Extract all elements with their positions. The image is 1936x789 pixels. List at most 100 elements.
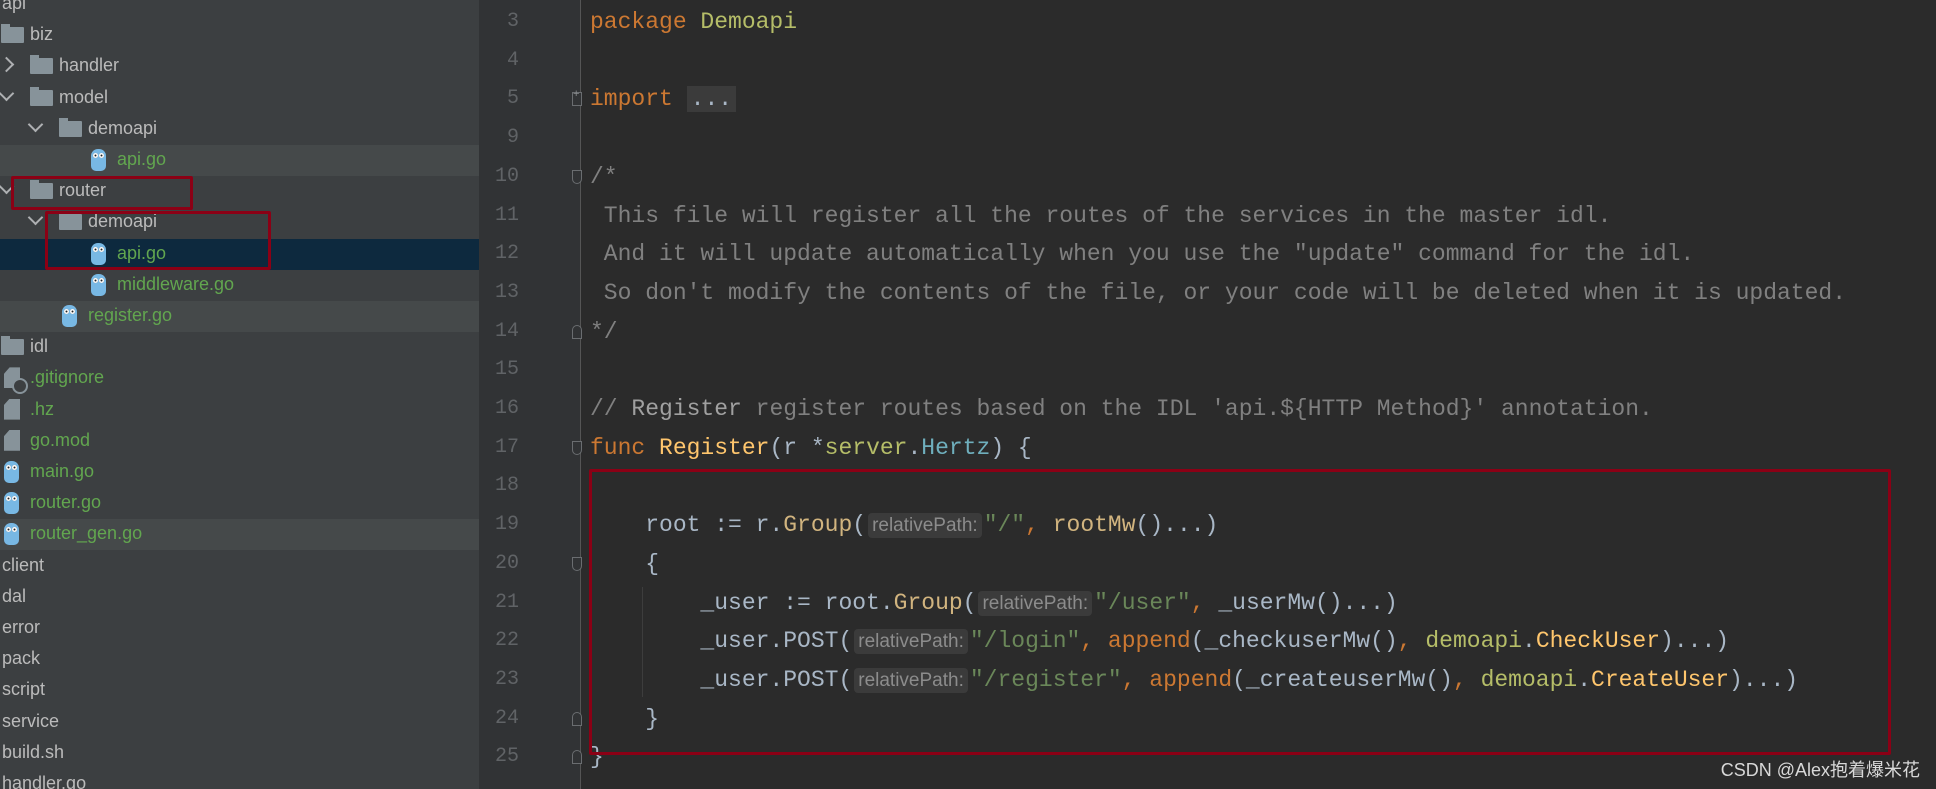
go-file-icon [91, 149, 106, 171]
tree-item-label: router [59, 180, 107, 201]
tree-item-label: api.go [117, 149, 167, 169]
tree-item-api-go[interactable]: api.go [0, 238, 479, 270]
line-number: 11 [494, 203, 519, 227]
code-line: */ [590, 313, 618, 351]
tree-item-label: idl [30, 336, 49, 357]
code-token: _user := root. [590, 589, 894, 616]
fold-expand-icon[interactable] [572, 88, 582, 107]
tree-item-script[interactable]: script [0, 675, 479, 706]
tree-item-label: handler [59, 55, 120, 76]
code-token: */ [590, 318, 618, 345]
code-token: /* [590, 163, 618, 190]
code-token: register routes based on the IDL 'api.${… [741, 396, 1653, 422]
tree-item-router-go[interactable]: router.go [0, 488, 479, 519]
tree-item-client[interactable]: client [0, 551, 479, 582]
folder-icon [30, 180, 53, 200]
tree-item-pack[interactable]: pack [0, 644, 479, 675]
code-token: )...) [1729, 666, 1799, 693]
fold-collapse-icon[interactable] [572, 169, 582, 184]
line-number: 5 [506, 87, 519, 111]
folder-icon [30, 86, 53, 106]
code-token: (r * [769, 434, 825, 461]
go-file-icon [4, 492, 19, 515]
tree-item-label: .gitignore [30, 367, 105, 388]
fold-collapse-icon[interactable] [572, 440, 582, 455]
fold-collapse-icon[interactable] [572, 324, 582, 339]
tree-item-api-go[interactable]: api.go [0, 145, 479, 176]
tree-item-error[interactable]: error [0, 613, 479, 644]
tree-item-demoapi[interactable]: demoapi [0, 114, 479, 145]
fold-collapse-icon[interactable] [572, 750, 582, 765]
tree-item-demoapi[interactable]: demoapi [0, 207, 479, 238]
tree-item-biz[interactable]: biz [0, 20, 479, 51]
tree-item-service[interactable]: service [0, 707, 479, 738]
tree-item-router[interactable]: router [0, 176, 479, 207]
tree-item-label: middleware.go [117, 273, 235, 294]
tree-item-router-gen-go[interactable]: router_gen.go [0, 519, 479, 551]
code-token: So don't modify the contents of the file… [590, 279, 1847, 306]
parameter-hint: relativePath: [868, 513, 982, 539]
folded-region[interactable]: ... [686, 86, 737, 113]
code-line: And it will update automatically when yo… [590, 235, 1694, 273]
code-token: demoapi [1480, 666, 1578, 693]
folder-icon [30, 55, 53, 75]
line-number: 3 [506, 10, 519, 33]
code-line: { [590, 545, 659, 583]
chevron-down-icon[interactable] [0, 85, 15, 101]
code-token: CheckUser [1535, 628, 1661, 655]
code-token: Demoapi [700, 9, 798, 35]
code-line: _user.POST(relativePath: "/register", app… [590, 661, 1798, 699]
tree-item-idl[interactable]: idl [0, 332, 479, 363]
tree-item-main-go[interactable]: main.go [0, 457, 479, 488]
tree-item-label: dal [2, 585, 27, 606]
tree-item-label: api [2, 0, 27, 13]
indent-guide [642, 587, 643, 697]
code-token: _userMw()...) [1218, 589, 1398, 616]
code-token: // [590, 396, 632, 422]
tree-item-dal[interactable]: dal [0, 582, 479, 613]
line-number: 12 [494, 242, 519, 266]
tree-item-go-mod[interactable]: go.mod [0, 426, 479, 457]
code-token: This file will register all the routes o… [590, 202, 1612, 229]
tree-item-register-go[interactable]: register.go [0, 301, 479, 332]
tree-item-api[interactable]: api [0, 0, 479, 20]
tree-item-handler-go[interactable]: handler.go [0, 769, 479, 789]
line-number: 19 [494, 513, 519, 537]
code-token: . [907, 434, 922, 461]
tree-item-hz[interactable]: .hz [0, 395, 479, 426]
code-token: (_createuserMw() [1232, 666, 1453, 693]
go-file-icon [91, 273, 106, 296]
parameter-hint: relativePath: [854, 667, 968, 693]
code-line: package Demoapi [590, 3, 797, 41]
tree-item-model[interactable]: model [0, 83, 479, 114]
tree-item-label: biz [30, 24, 54, 45]
fold-collapse-icon[interactable] [572, 556, 582, 571]
code-token: ( [962, 589, 977, 616]
code-token: . [1522, 628, 1536, 655]
chevron-down-icon[interactable] [0, 178, 15, 195]
tree-item-build-sh[interactable]: build.sh [0, 738, 479, 769]
code-token: Group [893, 589, 963, 616]
chevron-down-icon[interactable] [27, 116, 44, 133]
code-token: func [590, 434, 660, 461]
tree-item-label: router.go [30, 492, 102, 513]
code-token: "/login" [969, 628, 1081, 655]
code-token: And it will update automatically when yo… [590, 241, 1695, 268]
tree-item-gitignore[interactable]: .gitignore [0, 363, 479, 395]
line-number: 9 [506, 126, 519, 150]
fold-collapse-icon[interactable] [572, 711, 582, 726]
code-token: , append [1121, 666, 1233, 693]
chevron-right-icon[interactable] [0, 57, 15, 73]
tree-item-label: router_gen.go [30, 523, 143, 544]
code-token: "/" [983, 512, 1026, 539]
go-file-icon [4, 523, 19, 546]
code-line: _user := root.Group(relativePath: "/user"… [590, 584, 1398, 622]
project-tree: api biz handler model demoapi api.go router dem… [0, 0, 479, 789]
code-token: root := r. [590, 512, 784, 539]
chevron-down-icon[interactable] [27, 210, 44, 226]
line-number: 23 [494, 667, 519, 691]
tree-item-middleware-go[interactable]: middleware.go [0, 270, 479, 301]
tree-item-label: handler.go [2, 773, 87, 789]
tree-item-handler[interactable]: handler [0, 51, 479, 82]
